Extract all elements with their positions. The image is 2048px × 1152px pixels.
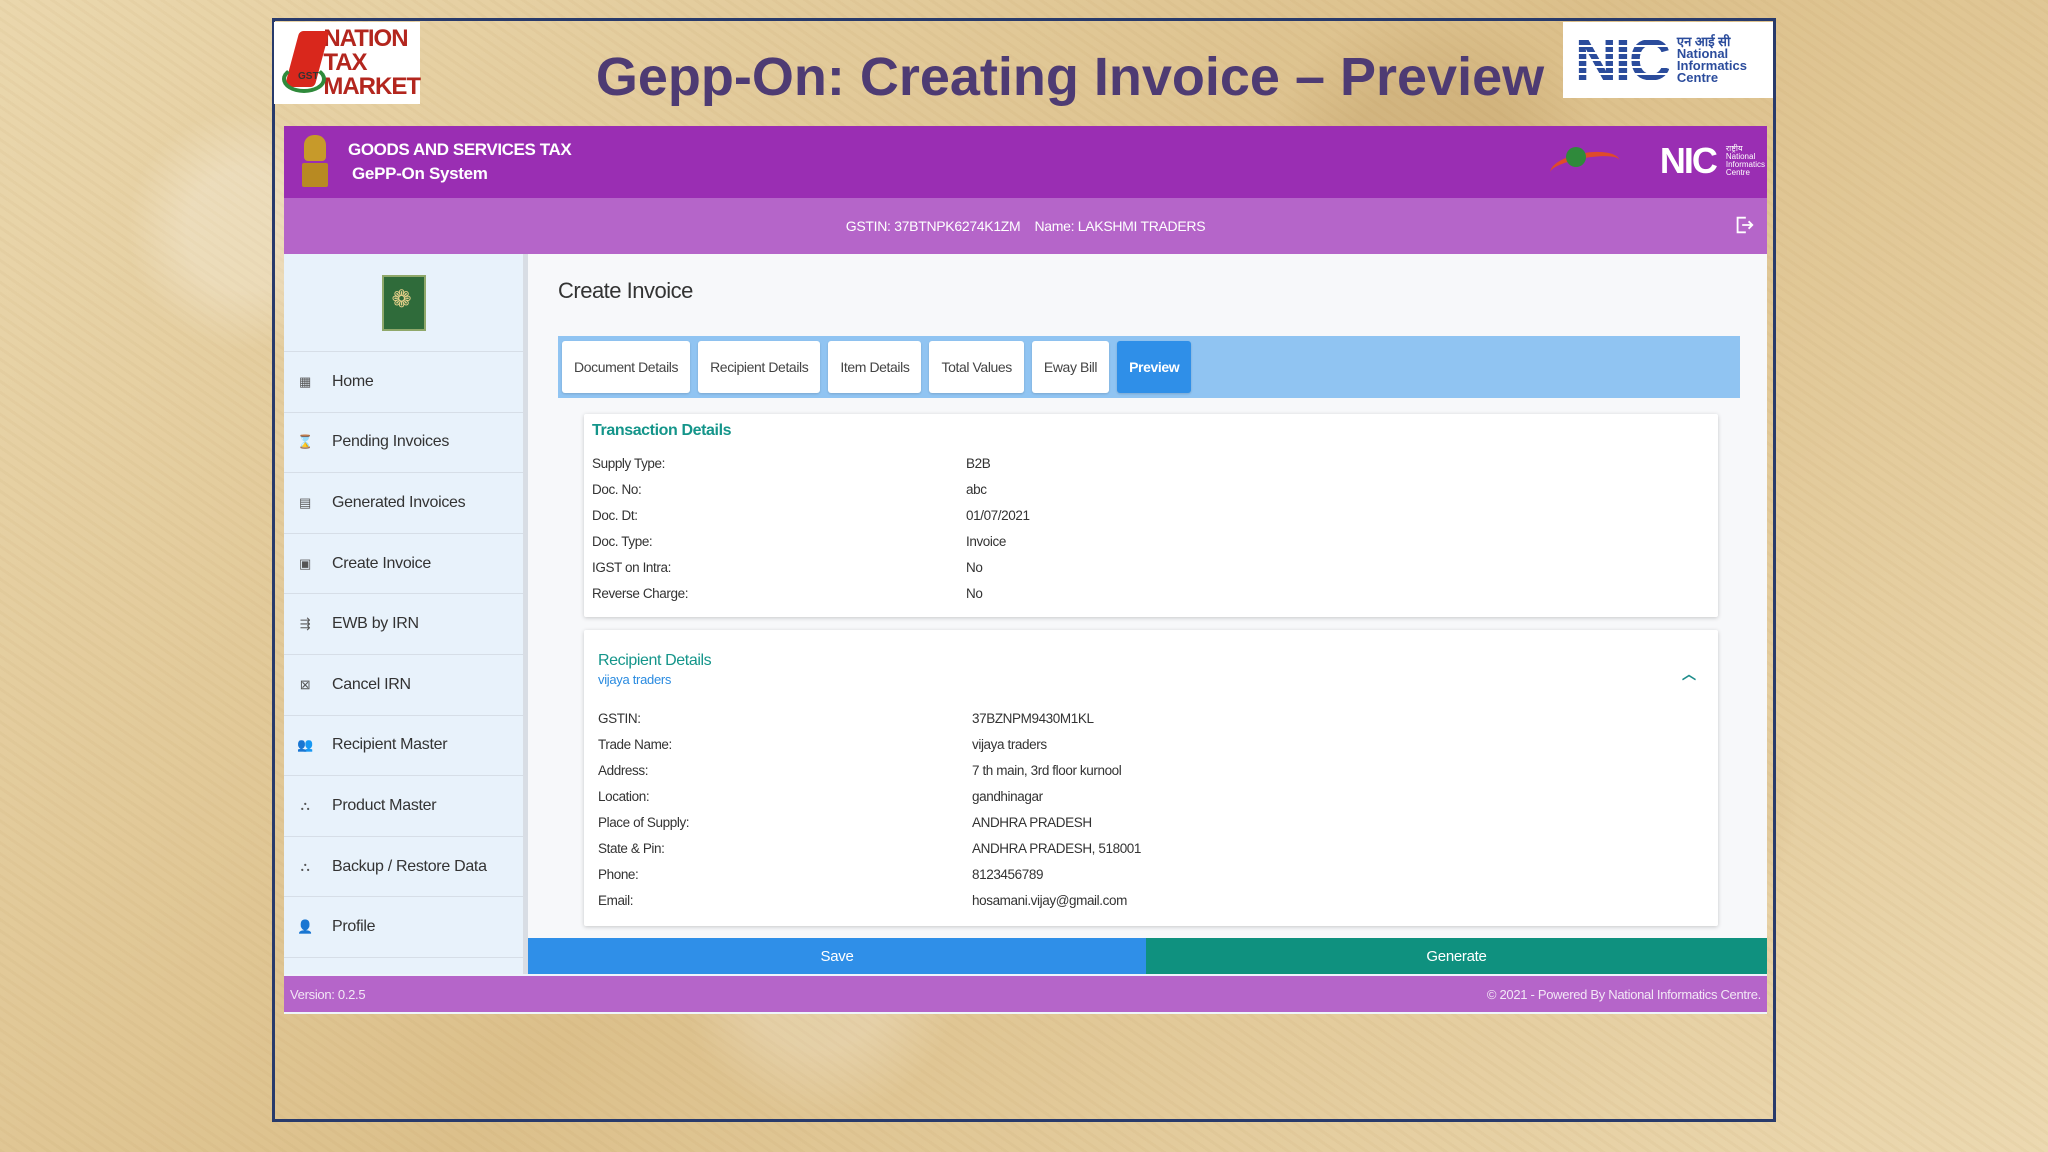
app-header: GOODS AND SERVICES TAX GePP-On System NI…	[284, 126, 1767, 198]
footer: Version: 0.2.5 © 2021 - Powered By Natio…	[284, 976, 1767, 1012]
nic-logo: NIC एन आई सी National Informatics Centre	[1563, 22, 1773, 98]
detail-row: Reverse Charge: No	[592, 585, 983, 601]
chevron-up-icon[interactable]: ︿	[1682, 664, 1696, 684]
generated-icon: ▤	[299, 494, 311, 510]
backup-icon: ⛬	[300, 858, 310, 874]
detail-row: Supply Type: B2B	[592, 455, 991, 471]
sidebar-item-cancel-irn[interactable]: ⊠ Cancel IRN	[284, 655, 523, 716]
sidebar-item-generated-invoices[interactable]: ▤ Generated Invoices	[284, 473, 523, 534]
version-text: Version: 0.2.5	[290, 986, 366, 1002]
main-content: Create Invoice Document Details Recipien…	[528, 254, 1767, 974]
users-icon: 👥	[297, 737, 313, 753]
tab-recipient-details[interactable]: Recipient Details	[698, 341, 821, 393]
tab-item-details[interactable]: Item Details	[828, 341, 922, 393]
detail-row: Place of Supply: ANDHRA PRADESH	[598, 814, 1092, 830]
nic-header-logo-text: राष्ट्रीय National Informatics Centre	[1725, 144, 1765, 177]
recipient-name-subtitle: vijaya traders	[598, 672, 672, 687]
action-bar: Save Generate	[528, 938, 1767, 974]
detail-row: Phone: 8123456789	[598, 866, 1044, 882]
detail-row: Address: 7 th main, 3rd floor kurnool	[598, 762, 1122, 778]
tab-total-values[interactable]: Total Values	[929, 341, 1024, 393]
detail-row: State & Pin: ANDHRA PRADESH, 518001	[598, 840, 1142, 856]
tab-document-details[interactable]: Document Details	[562, 341, 691, 393]
header-title: GOODS AND SERVICES TAX	[348, 140, 572, 159]
nic-header-logo: NIC	[1659, 140, 1718, 181]
detail-row: Doc. No: abc	[592, 481, 987, 497]
detail-row: Trade Name: vijaya traders	[598, 736, 1047, 752]
gstin-text: GSTIN: 37BTNPK6274K1ZM	[845, 218, 1021, 234]
trader-name-text: Name: LAKSHMI TRADERS	[1034, 218, 1206, 234]
transaction-details-title: Transaction Details	[592, 422, 732, 439]
copyright-text: © 2021 - Powered By National Informatics…	[1486, 986, 1761, 1002]
page-title: Create Invoice	[558, 278, 693, 303]
detail-row: Email: hosamani.vijay@gmail.com	[598, 892, 1127, 908]
generate-button[interactable]: Generate	[1146, 938, 1767, 974]
sidebar-item-home[interactable]: ▦ Home	[284, 352, 523, 413]
sidebar-item-create-invoice[interactable]: ▣ Create Invoice	[284, 534, 523, 595]
logout-icon[interactable]	[1733, 214, 1755, 236]
detail-row: GSTIN: 37BZNPM9430M1KL	[598, 710, 1094, 726]
sidebar-item-backup-restore[interactable]: ⛬ Backup / Restore Data	[284, 837, 523, 898]
home-icon: ▦	[299, 373, 311, 389]
nation-tax-market-logo: GST NATION TAX MARKET	[274, 22, 421, 104]
save-button[interactable]: Save	[528, 938, 1146, 974]
slide-title: Gepp-On: Creating Invoice – Preview	[595, 47, 1545, 107]
sidebar: ▦Home ⌛Pending Invoices ▤Generated Invoi…	[284, 254, 528, 974]
sidebar-item-ewb-by-irn[interactable]: ⇶ EWB by IRN	[284, 594, 523, 655]
cancel-icon: ⊠	[299, 676, 311, 692]
detail-row: Doc. Dt: 01/07/2021	[592, 507, 1030, 523]
invoice-tabs: Document Details Recipient Details Item …	[558, 336, 1740, 398]
sidebar-item-product-master[interactable]: ⛬ Product Master	[284, 776, 523, 837]
digital-india-logo-icon	[1540, 141, 1650, 181]
sidebar-item-profile[interactable]: 👤 Profile	[284, 897, 523, 958]
tab-eway-bill[interactable]: Eway Bill	[1031, 341, 1110, 393]
national-emblem-icon	[300, 135, 330, 189]
gst-logo-icon: GST	[280, 27, 330, 99]
detail-row: IGST on Intra: No	[592, 559, 983, 575]
sidebar-item-pending-invoices[interactable]: ⌛ Pending Invoices	[284, 413, 523, 474]
recipient-details-title: Recipient Details	[598, 652, 712, 669]
detail-row: Doc. Type: Invoice	[592, 533, 1006, 549]
business-logo	[284, 254, 523, 352]
profile-icon: 👤	[297, 919, 313, 935]
ewb-icon: ⇶	[299, 616, 311, 632]
product-icon: ⛬	[300, 797, 310, 813]
transaction-details-card: Transaction Details Supply Type: B2B Doc.…	[584, 414, 1718, 617]
create-icon: ▣	[299, 555, 311, 571]
sidebar-item-recipient-master[interactable]: 👥 Recipient Master	[284, 716, 523, 777]
detail-row: Location: gandhinagar	[598, 788, 1043, 804]
header-subtitle: GePP-On System	[352, 164, 488, 183]
recipient-details-card: Recipient Details vijaya traders ︿ GSTIN…	[584, 630, 1718, 926]
pending-icon: ⌛	[297, 434, 313, 450]
gepp-on-app: GOODS AND SERVICES TAX GePP-On System NI…	[284, 126, 1767, 1014]
user-info-bar: GSTIN: 37BTNPK6274K1ZM Name: LAKSHMI TRA…	[284, 198, 1767, 254]
tab-preview[interactable]: Preview	[1117, 341, 1192, 393]
